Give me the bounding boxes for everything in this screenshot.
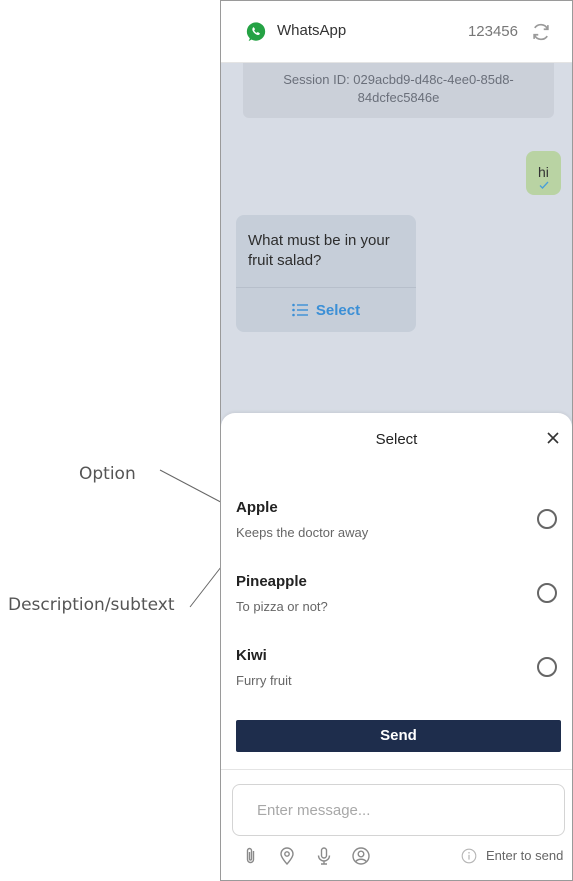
option-radio[interactable] [537,583,557,603]
refresh-icon[interactable] [530,21,552,43]
outgoing-message-text: hi [538,164,549,180]
send-button[interactable]: Send [236,720,561,752]
incoming-message-text: What must be in your fruit salad? [248,232,390,269]
option-radio[interactable] [537,657,557,677]
option-pineapple[interactable]: Pineapple To pizza or not? [236,573,561,623]
app-title: WhatsApp [277,22,347,39]
option-description: Furry fruit [236,673,292,688]
annotation-option-label: Option [79,464,136,484]
annotation-description-label: Description/subtext [8,595,175,615]
sheet-title: Select [375,431,418,448]
option-kiwi[interactable]: Kiwi Furry fruit [236,647,561,697]
location-icon[interactable] [277,846,297,866]
contact-icon[interactable] [351,846,371,866]
chat-header: WhatsApp 123456 [221,1,572,63]
option-title: Apple [236,499,278,516]
incoming-message: What must be in your fruit salad? Select [236,215,416,332]
info-icon [461,848,477,864]
message-composer: Enter to send [221,769,572,880]
paperclip-icon[interactable] [241,846,261,866]
outgoing-message: hi [526,151,561,195]
phone-number: 123456 [467,23,518,40]
option-title: Pineapple [236,573,307,590]
microphone-icon[interactable] [314,846,334,866]
list-select-label: Select [315,301,361,319]
whatsapp-logo-icon [246,22,266,42]
option-description: To pizza or not? [236,599,328,614]
option-apple[interactable]: Apple Keeps the doctor away [236,499,561,549]
option-radio[interactable] [537,509,557,529]
chat-simulator: WhatsApp 123456 Session ID: 029acbd9-d48… [220,0,573,881]
list-selection-sheet: Select Apple Keeps the doctor away Pinea… [221,413,572,769]
close-icon[interactable] [546,431,560,445]
option-description: Keeps the doctor away [236,525,369,540]
message-input[interactable] [232,784,565,836]
list-select-button[interactable]: Select [236,288,416,332]
delivered-tick-icon [539,181,549,189]
session-id-banner: Session ID: 029acbd9-d48c-4ee0-85d8-84dc… [243,63,554,118]
enter-to-send-hint: Enter to send [486,848,564,863]
option-title: Kiwi [236,647,267,664]
list-icon [292,303,308,317]
